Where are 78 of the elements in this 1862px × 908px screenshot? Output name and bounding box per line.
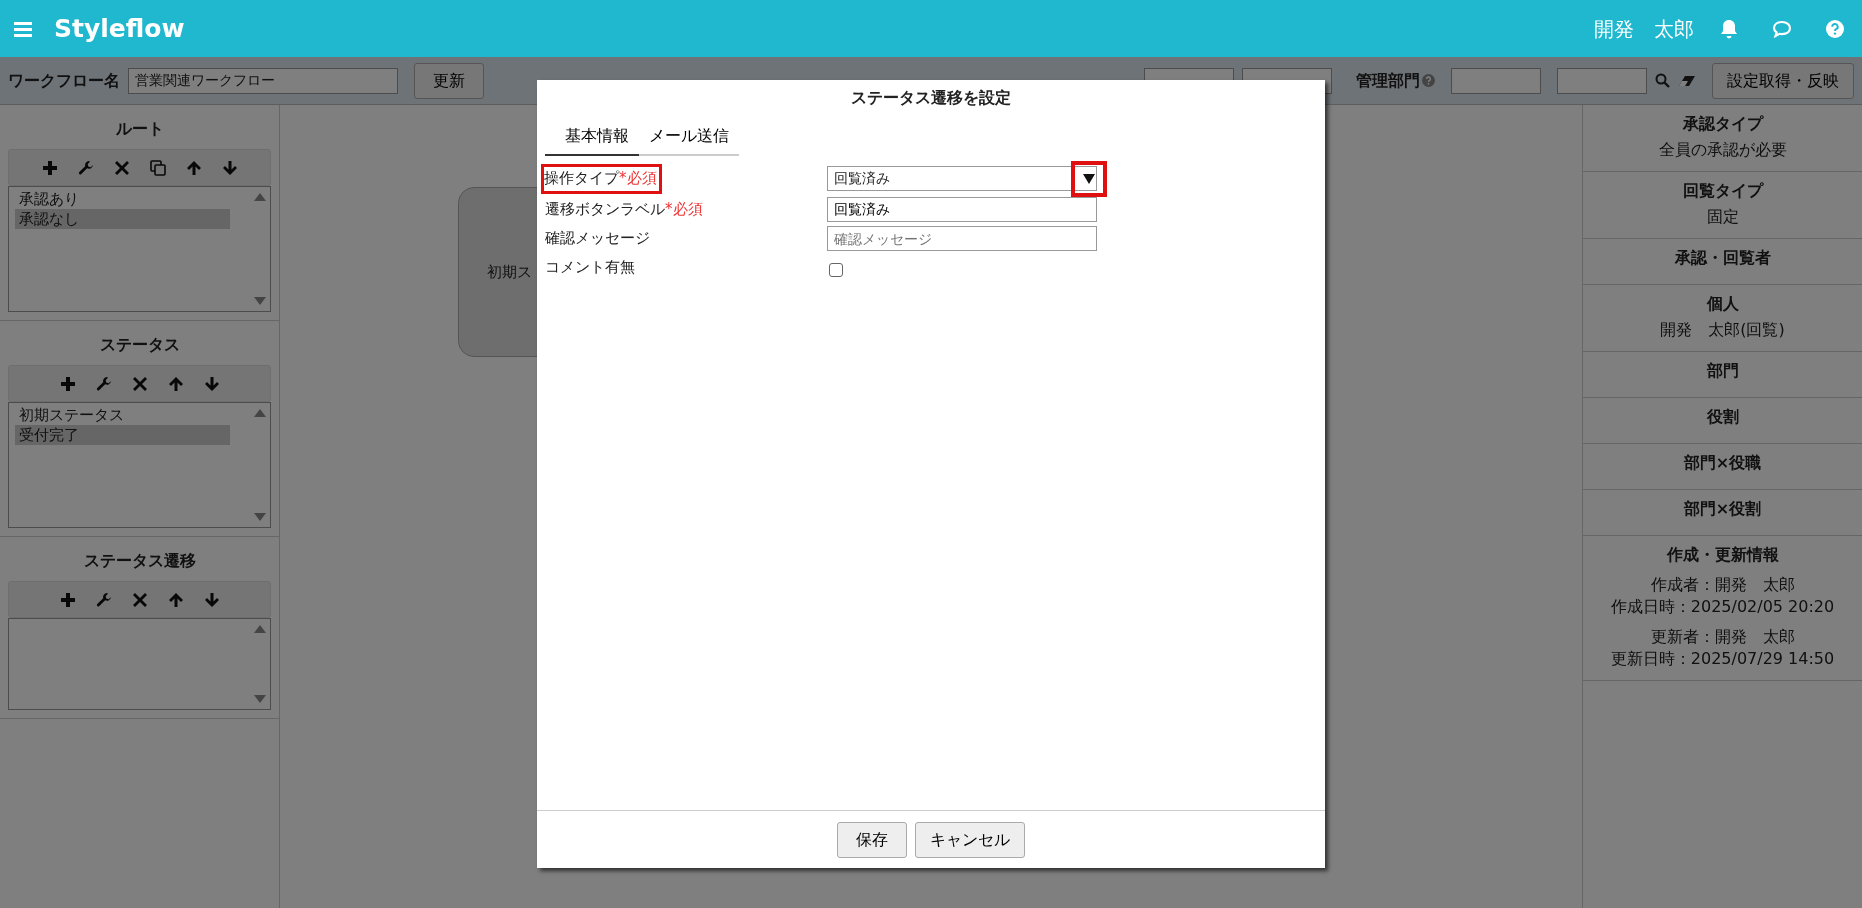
section-title: ステータス: [98, 334, 181, 356]
up-arrow-icon[interactable]: [167, 375, 184, 392]
info-text: 更新者：開発 太郎: [1649, 626, 1796, 648]
field-label: 確認メッセージ: [545, 228, 650, 250]
info-text: 作成者：開発 太郎: [1649, 574, 1796, 596]
apply-settings-button[interactable]: 設定取得・反映: [1712, 62, 1854, 99]
section-title: ルート: [114, 118, 165, 140]
scroll-down-icon[interactable]: [254, 297, 266, 305]
info-text: 全員の承認が必要: [1657, 139, 1788, 161]
down-arrow-icon[interactable]: [221, 159, 238, 176]
search-icon[interactable]: [1655, 73, 1670, 88]
user-name: 開発 太郎: [1594, 15, 1694, 43]
list-item[interactable]: 承認あり: [15, 189, 230, 209]
section-title: 承認・回覧者: [1673, 247, 1772, 269]
section-title: 回覧タイプ: [1681, 180, 1765, 202]
add-icon[interactable]: [59, 375, 76, 392]
section-title: 部門×役割: [1682, 498, 1763, 520]
add-icon[interactable]: [41, 159, 58, 176]
field-label: コメント有無: [545, 257, 635, 279]
dialog-title: ステータス遷移を設定: [851, 87, 1011, 109]
help-icon[interactable]: [1826, 19, 1844, 38]
save-button[interactable]: 保存: [837, 821, 907, 858]
field-label: 管理部門: [1356, 69, 1420, 92]
field-label: 操作タイプ: [544, 169, 619, 187]
field-label: ワークフロー名: [8, 69, 120, 92]
down-arrow-icon[interactable]: [203, 591, 220, 608]
tab[interactable]: メール送信: [639, 118, 739, 156]
section-title: 部門: [1705, 360, 1740, 382]
field-label: 遷移ボタンラベル: [545, 199, 665, 221]
checkbox[interactable]: [829, 262, 843, 277]
up-arrow-icon[interactable]: [185, 159, 202, 176]
required-mark: *必須: [619, 169, 657, 187]
dropdown-field[interactable]: 回覧済み: [827, 166, 1097, 192]
list-item[interactable]: 承認なし: [15, 209, 230, 229]
up-arrow-icon[interactable]: [167, 591, 184, 608]
app-logo: Styleflow: [54, 12, 185, 45]
section-title: 承認タイプ: [1681, 113, 1765, 135]
required-mark: *必須: [665, 199, 703, 221]
wrench-icon[interactable]: [95, 591, 112, 608]
list-item[interactable]: 初期ステータス: [15, 405, 230, 425]
department-field[interactable]: [1557, 67, 1647, 94]
section-title: 作成・更新情報: [1665, 544, 1780, 566]
department-field[interactable]: [1451, 67, 1541, 94]
dropdown-arrow-icon[interactable]: [1083, 174, 1095, 185]
delete-icon[interactable]: [131, 375, 148, 392]
down-arrow-icon[interactable]: [203, 375, 220, 392]
section-title: 部門×役職: [1682, 452, 1763, 474]
info-text: 作成日時：2025/02/05 20:20: [1609, 596, 1836, 618]
chat-icon[interactable]: [1772, 19, 1792, 38]
section-title: 役割: [1705, 406, 1740, 428]
text-field[interactable]: 回覧済み: [827, 197, 1097, 222]
text-field[interactable]: 確認メッセージ: [827, 226, 1097, 251]
section-title: 個人: [1705, 293, 1740, 315]
info-text: 開発 太郎(回覧): [1659, 319, 1786, 341]
delete-icon[interactable]: [131, 591, 148, 608]
node-label: 初期ス: [487, 261, 532, 283]
wrench-icon[interactable]: [77, 159, 94, 176]
eraser-icon[interactable]: [1678, 74, 1696, 87]
workflow-name-field[interactable]: 営業関連ワークフロー: [128, 67, 398, 94]
update-button[interactable]: 更新: [414, 62, 484, 99]
help-icon: [1422, 74, 1435, 87]
scroll-up-icon[interactable]: [254, 625, 266, 633]
list-item[interactable]: 受付完了: [15, 425, 230, 445]
cancel-button[interactable]: キャンセル: [915, 821, 1025, 858]
bell-icon[interactable]: [1720, 18, 1738, 39]
scroll-down-icon[interactable]: [254, 513, 266, 521]
tab[interactable]: 基本情報: [545, 118, 639, 156]
add-icon[interactable]: [59, 591, 76, 608]
scroll-up-icon[interactable]: [254, 409, 266, 417]
info-text: 更新日時：2025/07/29 14:50: [1609, 648, 1836, 670]
copy-icon[interactable]: [149, 159, 166, 176]
info-text: 固定: [1705, 206, 1740, 228]
delete-icon[interactable]: [113, 159, 130, 176]
section-title: ステータス遷移: [82, 550, 197, 572]
wrench-icon[interactable]: [95, 375, 112, 392]
scroll-up-icon[interactable]: [254, 193, 266, 201]
menu-icon[interactable]: [14, 20, 32, 37]
scroll-down-icon[interactable]: [254, 695, 266, 703]
